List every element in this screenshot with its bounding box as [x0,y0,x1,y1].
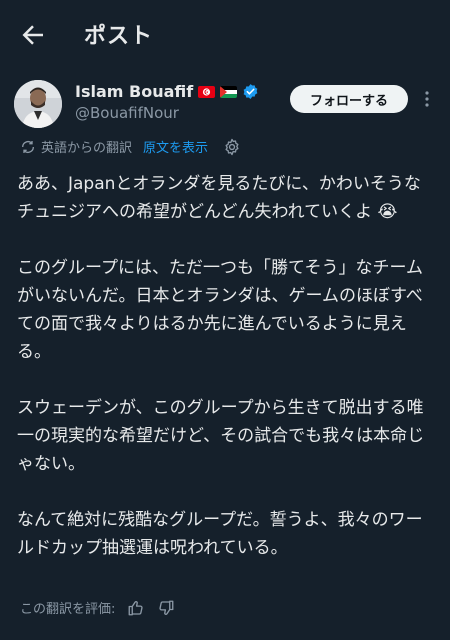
more-vertical-icon[interactable] [419,89,435,109]
translate-icon [22,140,34,153]
arrow-left-icon[interactable] [18,20,48,50]
tweet-paragraph: ああ、Japanとオランダを見るたびに、かわいそうなチュニジアへの希望がどんどん… [17,174,421,222]
avatar[interactable] [14,80,62,128]
follow-button[interactable]: フォローする [290,85,408,113]
tunisia-flag-icon [198,85,216,98]
tweet-paragraph: スウェーデンが、このグループから生きて脱出する唯一の現実的な希望だけど、その試合… [17,398,425,474]
thumbs-up-icon[interactable] [127,599,145,617]
gear-icon[interactable] [223,138,241,156]
translation-label: 英語からの翻訳 [41,141,133,156]
top-bar: ポスト [0,0,450,70]
verified-badge-icon [243,84,258,99]
author-handle[interactable]: @BouafifNour [75,104,179,122]
avatar-image [14,80,62,128]
author-name-row: Islam Bouafif [75,82,259,101]
thumbs-down-icon[interactable] [157,599,175,617]
page-title: ポスト [84,24,154,49]
tweet-text: ああ、Japanとオランダを見るたびに、かわいそうなチュニジアへの希望がどんどん… [17,170,437,562]
translation-row: 英語からの翻訳 原文を表示 [20,137,241,156]
tweet-paragraph: なんて絶対に残酷なグループだ。誓うよ、我々のワールドカップ抽選運は呪われている。 [17,510,423,558]
tweet-paragraph: このグループには、ただ一つも「勝てそう」なチームがいないんだ。日本とオランダは、… [17,258,423,362]
show-original-link[interactable]: 原文を表示 [143,137,208,156]
rating-label: この翻訳を評価: [20,602,116,617]
author-display-name[interactable]: Islam Bouafif [75,82,193,101]
translation-rating: この翻訳を評価: [20,598,175,617]
palestine-flag-icon [220,85,238,98]
